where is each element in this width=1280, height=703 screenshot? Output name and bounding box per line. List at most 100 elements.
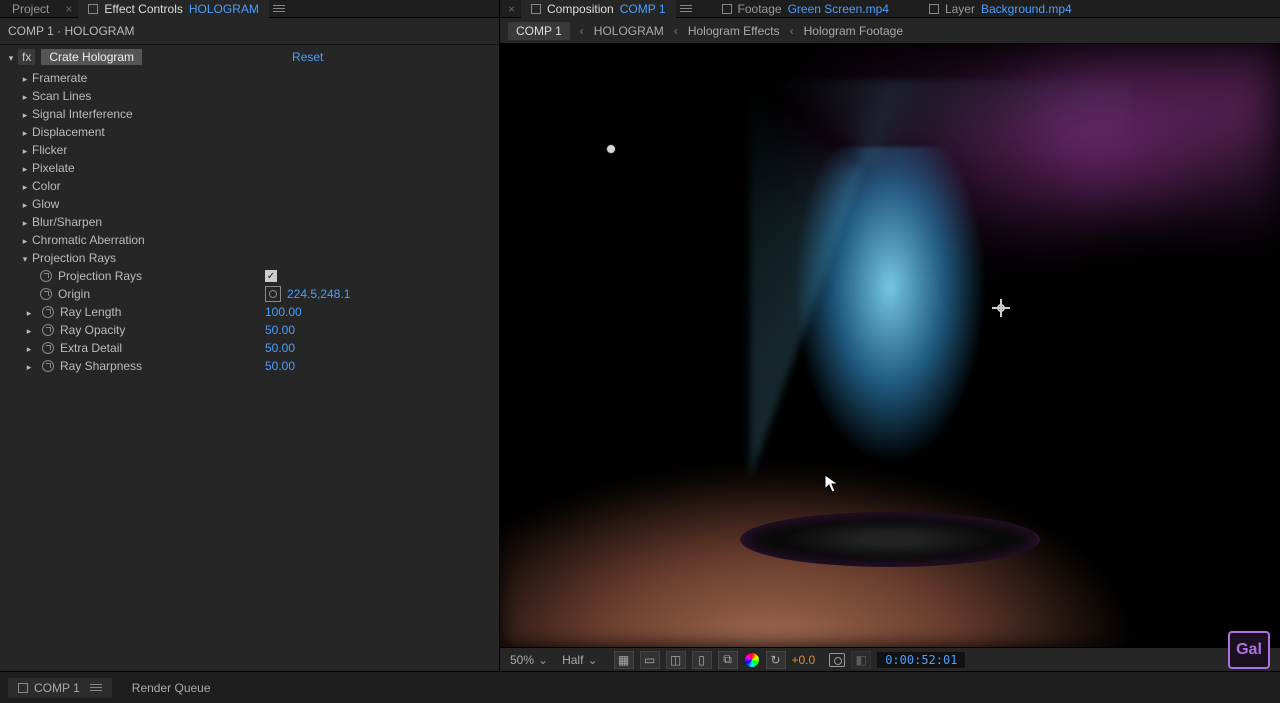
crosshair-icon[interactable]: [265, 286, 281, 302]
stopwatch-icon[interactable]: [40, 270, 52, 282]
comp-title: COMP 1 · HOLOGRAM: [0, 18, 499, 45]
origin-marker[interactable]: [606, 144, 616, 154]
effect-properties: Framerate Scan Lines Signal Interference…: [0, 69, 499, 671]
color-management-icon[interactable]: [744, 652, 760, 668]
twirl-icon[interactable]: [18, 125, 32, 139]
region-of-interest-button[interactable]: ◫: [666, 651, 686, 669]
zoom-dropdown[interactable]: 50%: [506, 653, 552, 667]
close-icon[interactable]: ×: [59, 2, 78, 16]
twirl-icon[interactable]: [18, 197, 32, 211]
stopwatch-icon[interactable]: [42, 342, 54, 354]
prop-label: Projection Rays: [58, 269, 142, 283]
prop-group[interactable]: Glow: [32, 197, 59, 211]
twirl-icon[interactable]: [18, 179, 32, 193]
channel-button[interactable]: ⧉: [718, 651, 738, 669]
checkbox[interactable]: ✓: [265, 270, 277, 282]
prop-group[interactable]: Displacement: [32, 125, 105, 139]
breadcrumb: COMP 1 ‹ HOLOGRAM ‹ Hologram Effects ‹ H…: [500, 18, 1280, 44]
chevron-left-icon[interactable]: ‹: [580, 24, 584, 38]
twirl-icon[interactable]: [18, 143, 32, 157]
prop-group[interactable]: Flicker: [32, 143, 67, 157]
prop-group[interactable]: Framerate: [32, 71, 87, 85]
crumb[interactable]: Hologram Effects: [688, 24, 780, 38]
prop-group[interactable]: Color: [32, 179, 61, 193]
prop-value[interactable]: 224.5,248.1: [287, 287, 350, 301]
twirl-icon[interactable]: [18, 215, 32, 229]
exposure-value[interactable]: +0.0: [792, 653, 816, 667]
resolution-dropdown[interactable]: Half: [558, 653, 601, 667]
guides-button[interactable]: ▯: [692, 651, 712, 669]
twirl-icon[interactable]: [18, 71, 32, 85]
twirl-icon[interactable]: [22, 323, 36, 337]
reset-exposure-button[interactable]: ↻: [766, 651, 786, 669]
prop-value[interactable]: 50.00: [265, 341, 295, 355]
tab-timeline-comp[interactable]: COMP 1: [8, 678, 112, 698]
fx-badge[interactable]: fx: [18, 49, 35, 65]
panel-menu-icon[interactable]: [273, 5, 285, 12]
prop-label: Ray Length: [60, 305, 121, 319]
reset-button[interactable]: Reset: [292, 50, 323, 64]
timecode[interactable]: 0:00:52:01: [877, 652, 965, 668]
twirl-icon[interactable]: [18, 161, 32, 175]
twirl-icon[interactable]: [4, 50, 18, 64]
prop-value[interactable]: 50.00: [265, 359, 295, 373]
anchor-point-icon[interactable]: [992, 299, 1010, 317]
left-tab-bar: Project × Effect Controls HOLOGRAM: [0, 0, 499, 18]
chevron-left-icon[interactable]: ‹: [790, 24, 794, 38]
twirl-icon[interactable]: [18, 251, 32, 265]
tab-layer[interactable]: Layer Background.mp4: [919, 0, 1082, 18]
prop-group[interactable]: Projection Rays: [32, 251, 116, 265]
tab-render-queue[interactable]: Render Queue: [132, 681, 211, 695]
panel-icon: [531, 4, 541, 14]
prop-group[interactable]: Scan Lines: [32, 89, 91, 103]
prop-label: Ray Opacity: [60, 323, 125, 337]
prop-group[interactable]: Pixelate: [32, 161, 75, 175]
cursor-icon: [824, 474, 840, 497]
tab-effect-controls[interactable]: Effect Controls HOLOGRAM: [78, 0, 269, 18]
panel-icon: [18, 683, 28, 693]
show-snapshot-button[interactable]: ◧: [851, 651, 871, 669]
viewer-controls: 50% Half ▦ ▭ ◫ ▯ ⧉ ↻ +0.0 ◧ 0:00:52:01: [500, 647, 1280, 671]
mask-visibility-button[interactable]: ▭: [640, 651, 660, 669]
right-tab-bar: × Composition COMP 1 Footage Green Scree…: [500, 0, 1280, 18]
panel-icon: [88, 4, 98, 14]
twirl-icon[interactable]: [22, 359, 36, 373]
panel-icon: [929, 4, 939, 14]
bottom-panel: COMP 1 Render Queue: [0, 671, 1280, 703]
panel-icon: [722, 4, 732, 14]
snapshot-button[interactable]: [829, 653, 845, 667]
tab-composition[interactable]: Composition COMP 1: [521, 0, 676, 18]
stopwatch-icon[interactable]: [40, 288, 52, 300]
chevron-left-icon[interactable]: ‹: [674, 24, 678, 38]
prop-group[interactable]: Blur/Sharpen: [32, 215, 102, 229]
tab-footage[interactable]: Footage Green Screen.mp4: [712, 0, 899, 18]
crumb[interactable]: Hologram Footage: [804, 24, 903, 38]
prop-label: Extra Detail: [60, 341, 122, 355]
stopwatch-icon[interactable]: [42, 360, 54, 372]
tab-project[interactable]: Project: [2, 0, 59, 18]
twirl-icon[interactable]: [18, 107, 32, 121]
watermark-badge: Gal: [1228, 631, 1270, 669]
effect-name[interactable]: Crate Hologram: [41, 49, 142, 65]
twirl-icon[interactable]: [22, 305, 36, 319]
transparency-grid-button[interactable]: ▦: [614, 651, 634, 669]
prop-group[interactable]: Chromatic Aberration: [32, 233, 145, 247]
preview-frame: [500, 44, 1280, 647]
crumb[interactable]: HOLOGRAM: [594, 24, 664, 38]
twirl-icon[interactable]: [18, 89, 32, 103]
prop-label: Origin: [58, 287, 90, 301]
effect-header: fx Crate Hologram Reset: [0, 45, 499, 69]
panel-menu-icon[interactable]: [90, 684, 102, 691]
stopwatch-icon[interactable]: [42, 306, 54, 318]
stopwatch-icon[interactable]: [42, 324, 54, 336]
prop-value[interactable]: 50.00: [265, 323, 295, 337]
prop-group[interactable]: Signal Interference: [32, 107, 133, 121]
twirl-icon[interactable]: [18, 233, 32, 247]
panel-menu-icon[interactable]: [680, 5, 692, 12]
crumb[interactable]: COMP 1: [508, 22, 570, 40]
close-icon[interactable]: ×: [502, 2, 521, 16]
prop-label: Ray Sharpness: [60, 359, 142, 373]
twirl-icon[interactable]: [22, 341, 36, 355]
prop-value[interactable]: 100.00: [265, 305, 302, 319]
composition-viewer[interactable]: [500, 44, 1280, 647]
